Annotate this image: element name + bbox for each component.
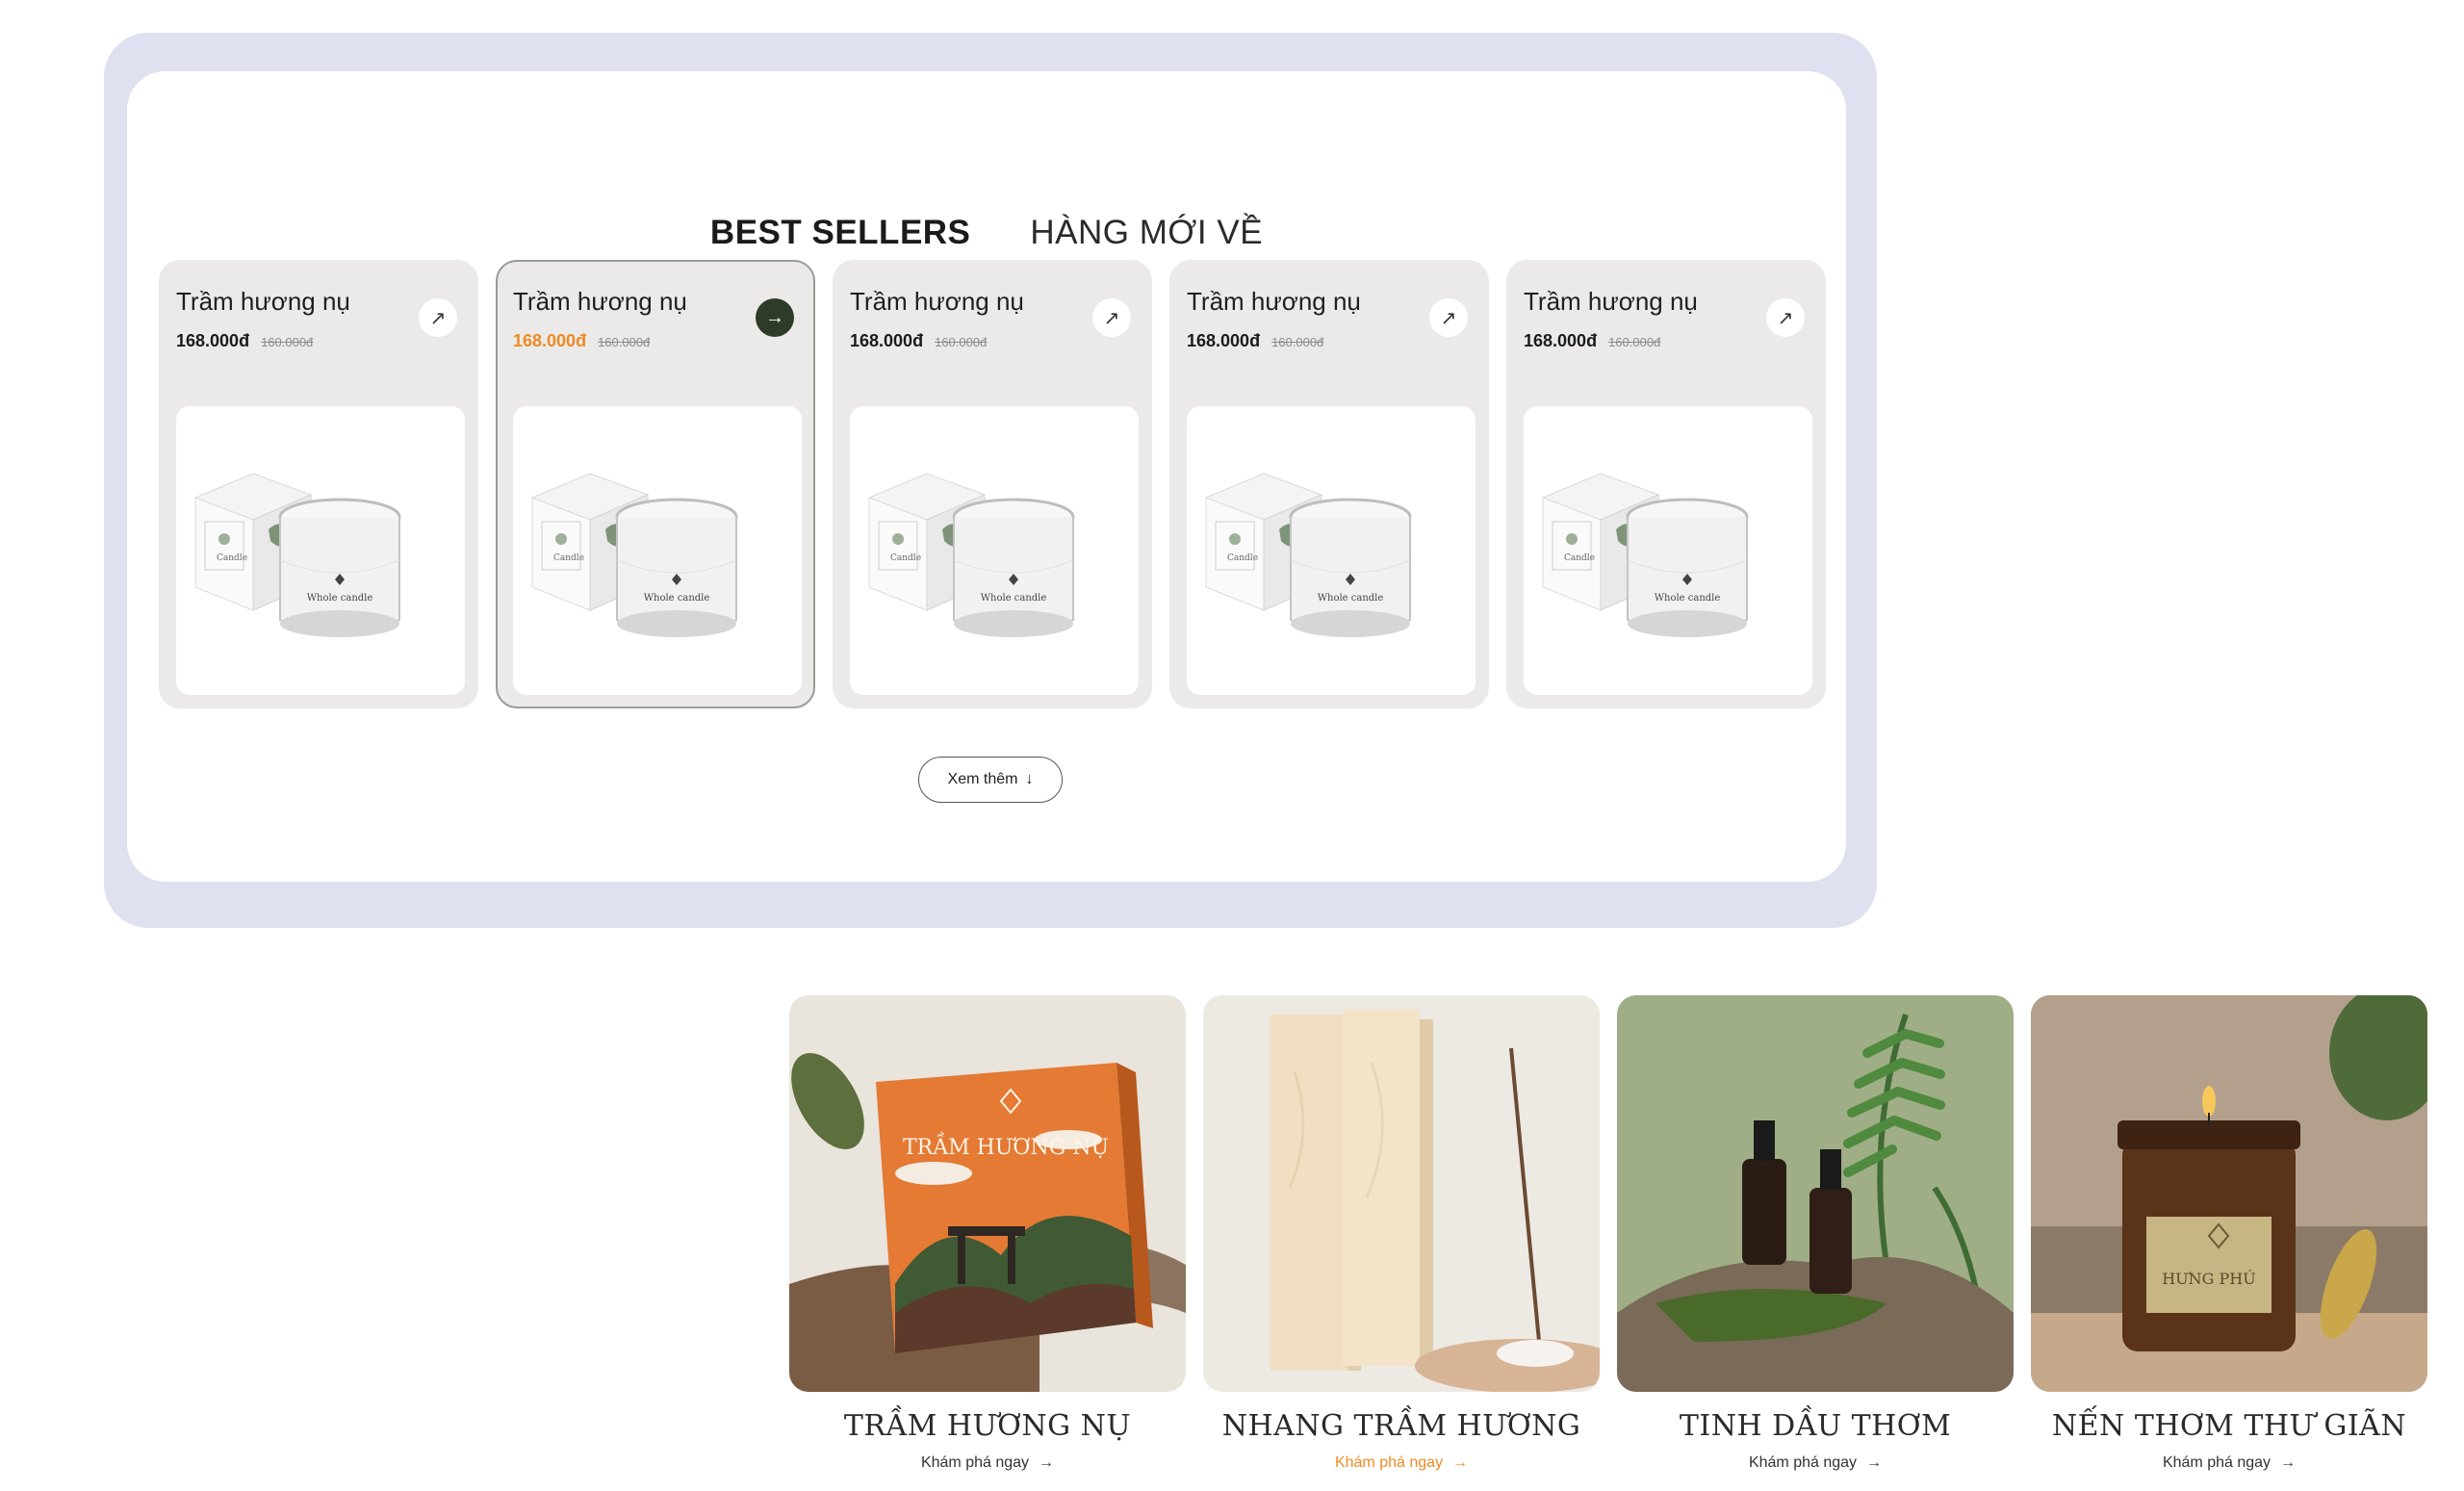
category-image[interactable]: HƯNG PHÚ	[2031, 995, 2427, 1392]
box-label: Candle	[890, 553, 921, 563]
price-row: 168.000đ 160.000đ	[176, 331, 313, 351]
product-name: Trầm hương nụ	[1187, 287, 1361, 316]
arrow-up-right-icon: ↗	[1440, 307, 1457, 329]
scented-candle-illustration: HƯNG PHÚ	[2031, 995, 2427, 1392]
price-row: 168.000đ 160.000đ	[1524, 331, 1660, 351]
product-old-price: 160.000đ	[1608, 335, 1661, 349]
box-label: Candle	[1564, 553, 1595, 563]
tab-new-arrivals[interactable]: HÀNG MỚI VỀ	[1030, 214, 1263, 252]
view-more-label: Xem thêm	[947, 771, 1018, 787]
product-name: Trầm hương nụ	[176, 287, 350, 316]
jar-label: Whole candle	[307, 593, 373, 604]
category-strip: TRẦM HƯƠNG NỤ TRẦM HƯƠNG NỤ Khám phá nga…	[789, 995, 2427, 1472]
product-price: 168.000đ	[176, 331, 250, 350]
product-image[interactable]: Whole candle Candle	[176, 406, 465, 695]
best-sellers-panel: BEST SELLERS HÀNG MỚI VỀ Trầm hương nụ 1…	[127, 71, 1846, 882]
product-card[interactable]: Trầm hương nụ 168.000đ 160.000đ → Whole …	[496, 260, 815, 708]
arrow-right-icon: →	[1452, 1454, 1469, 1471]
product-image[interactable]: Whole candle Candle	[1187, 406, 1476, 695]
explore-link-label: Khám phá ngay	[2162, 1454, 2272, 1471]
category-image[interactable]	[1617, 995, 2014, 1392]
product-old-price: 160.000đ	[935, 335, 988, 349]
product-card[interactable]: Trầm hương nụ 168.000đ 160.000đ ↗ Whole …	[833, 260, 1152, 708]
product-open-button[interactable]: ↗	[1766, 298, 1805, 337]
explore-link-label: Khám phá ngay	[1334, 1454, 1444, 1471]
incense-box-illustration: TRẦM HƯƠNG NỤ	[789, 995, 1186, 1392]
view-more-button[interactable]: Xem thêm ↓	[918, 757, 1063, 803]
explore-link[interactable]: Khám phá ngay →	[1203, 1454, 1600, 1472]
product-image[interactable]: Whole candle Candle	[850, 406, 1139, 695]
product-open-button[interactable]: ↗	[419, 298, 457, 337]
best-sellers-section: BEST SELLERS HÀNG MỚI VỀ Trầm hương nụ 1…	[104, 33, 1877, 928]
candle-product-illustration: Whole candle Candle	[1541, 473, 1749, 637]
arrow-right-icon: →	[1866, 1454, 1883, 1471]
product-carousel: Trầm hương nụ 168.000đ 160.000đ ↗ Whole …	[159, 260, 1826, 708]
arrow-right-icon: →	[2280, 1454, 2297, 1471]
product-tabs: BEST SELLERS HÀNG MỚI VỀ	[127, 214, 1846, 252]
price-row: 168.000đ 160.000đ	[850, 331, 987, 351]
jar-label: Whole candle	[1318, 593, 1384, 604]
product-price: 168.000đ	[1524, 331, 1598, 350]
product-name: Trầm hương nụ	[513, 287, 687, 316]
box-text: TRẦM HƯƠNG NỤ	[903, 1131, 1109, 1160]
candle-product-illustration: Whole candle Candle	[867, 473, 1075, 637]
category-image[interactable]: TRẦM HƯƠNG NỤ	[789, 995, 1186, 1392]
candle-product-illustration: Whole candle Candle	[530, 473, 738, 637]
product-card[interactable]: Trầm hương nụ 168.000đ 160.000đ ↗ Whole …	[1169, 260, 1489, 708]
category-title: TRẦM HƯƠNG NỤ	[843, 1409, 1132, 1443]
jar-text: HƯNG PHÚ	[2162, 1269, 2256, 1288]
jar-label: Whole candle	[644, 593, 710, 604]
box-label: Candle	[553, 553, 584, 563]
product-open-button[interactable]: ↗	[1429, 298, 1468, 337]
arrow-right-icon: →	[765, 306, 784, 328]
category-image[interactable]	[1203, 995, 1600, 1392]
product-name: Trầm hương nụ	[850, 287, 1024, 316]
price-row: 168.000đ 160.000đ	[1187, 331, 1323, 351]
tab-best-sellers[interactable]: BEST SELLERS	[710, 214, 970, 252]
jar-label: Whole candle	[981, 593, 1047, 604]
jar-label: Whole candle	[1655, 593, 1721, 604]
explore-link[interactable]: Khám phá ngay →	[1617, 1454, 2014, 1472]
candle-product-illustration: Whole candle Candle	[1204, 473, 1412, 637]
product-card[interactable]: Trầm hương nụ 168.000đ 160.000đ ↗ Whole …	[1506, 260, 1826, 708]
category-title: TINH DẦU THƠM	[1679, 1409, 1952, 1443]
product-card[interactable]: Trầm hương nụ 168.000đ 160.000đ ↗ Whole …	[159, 260, 478, 708]
essential-oil-illustration	[1617, 995, 2014, 1392]
category-card[interactable]: HƯNG PHÚ NẾN THƠM THƯ GIÃN Khám phá ngay…	[2031, 995, 2427, 1472]
product-image[interactable]: Whole candle Candle	[1524, 406, 1812, 695]
product-open-button[interactable]: ↗	[1092, 298, 1131, 337]
arrow-right-icon: →	[1039, 1454, 1055, 1471]
candle-product-illustration: Whole candle Candle	[193, 473, 401, 637]
category-card[interactable]: NHANG TRẦM HƯƠNG Khám phá ngay →	[1203, 995, 1600, 1472]
product-image[interactable]: Whole candle Candle	[513, 406, 802, 695]
product-price: 168.000đ	[1187, 331, 1261, 350]
category-title: NHANG TRẦM HƯƠNG	[1221, 1409, 1581, 1443]
category-title: NẾN THƠM THƯ GIÃN	[2051, 1409, 2407, 1443]
incense-sticks-illustration	[1203, 995, 1600, 1392]
explore-link-label: Khám phá ngay	[1748, 1454, 1858, 1471]
explore-link[interactable]: Khám phá ngay →	[2031, 1454, 2427, 1472]
box-label: Candle	[217, 553, 247, 563]
product-old-price: 160.000đ	[1271, 335, 1324, 349]
product-name: Trầm hương nụ	[1524, 287, 1698, 316]
price-row: 168.000đ 160.000đ	[513, 331, 650, 351]
product-price: 168.000đ	[513, 331, 587, 350]
arrow-up-right-icon: ↗	[1103, 307, 1120, 329]
product-price: 168.000đ	[850, 331, 924, 350]
arrow-down-icon: ↓	[1025, 771, 1034, 787]
box-label: Candle	[1227, 553, 1258, 563]
product-open-button[interactable]: →	[756, 298, 794, 337]
arrow-up-right-icon: ↗	[1777, 307, 1794, 329]
category-card[interactable]: TRẦM HƯƠNG NỤ TRẦM HƯƠNG NỤ Khám phá nga…	[789, 995, 1186, 1472]
category-card[interactable]: TINH DẦU THƠM Khám phá ngay →	[1617, 995, 2014, 1472]
explore-link[interactable]: Khám phá ngay →	[789, 1454, 1186, 1472]
arrow-up-right-icon: ↗	[429, 307, 447, 329]
product-old-price: 160.000đ	[598, 335, 651, 349]
explore-link-label: Khám phá ngay	[920, 1454, 1030, 1471]
product-old-price: 160.000đ	[261, 335, 314, 349]
